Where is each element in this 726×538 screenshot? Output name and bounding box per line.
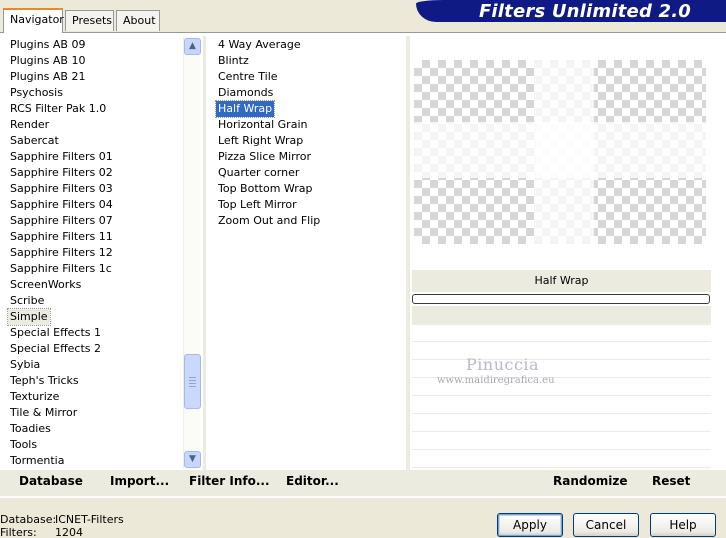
database-label: Database: [0,513,57,526]
app-title: Filters Unlimited 2.0 [478,1,691,22]
category-scrollbar[interactable]: ▲ ▼ [183,37,201,469]
category-item[interactable]: ScreenWorks [8,277,83,293]
database-value: ICNET-Filters [55,513,124,526]
chevron-up-icon: ▲ [189,41,196,51]
filter-item[interactable]: 4 Way Average [216,37,303,53]
parameter-row [412,397,711,414]
import-button[interactable]: Import... [110,474,169,488]
category-item[interactable]: Special Effects 1 [8,325,103,341]
filter-list[interactable]: 4 Way Average Blintz Centre Tile Diamonds Ha… [206,36,406,470]
filter-info-button[interactable]: Filter Info... [189,474,270,488]
filter-item[interactable]: Zoom Out and Flip [216,213,322,229]
title-banner: Filters Unlimited 2.0 [416,0,726,22]
scroll-down-button[interactable]: ▼ [184,451,201,468]
category-item[interactable]: RCS Filter Pak 1.0 [8,101,108,117]
tab-label: Presets [72,14,113,27]
category-item[interactable]: Tormentia [8,453,66,469]
filter-name-bar: Half Wrap [412,270,711,292]
editor-button[interactable]: Editor... [286,474,339,488]
help-button[interactable]: Help [650,513,716,537]
filter-item[interactable]: Centre Tile [216,69,280,85]
category-item[interactable]: Sapphire Filters 01 [8,149,115,165]
preview-band [534,60,594,244]
parameter-row [412,433,711,450]
grip-line [189,386,196,387]
preview-area [410,36,711,268]
cancel-button[interactable]: Cancel [573,513,639,537]
category-item[interactable]: Psychosis [8,85,65,101]
database-button[interactable]: Database [19,474,83,488]
preview-image [414,60,706,244]
reset-button[interactable]: Reset [652,474,690,488]
category-item[interactable]: Tile & Mirror [8,405,79,421]
category-item[interactable]: Toadies [8,421,53,437]
category-item[interactable]: Plugins AB 09 [8,37,87,53]
parameter-row [412,343,711,360]
category-item[interactable]: Plugins AB 10 [8,53,87,69]
parameter-row [412,451,711,468]
tab-presets[interactable]: Presets [65,10,114,31]
category-item[interactable]: Teph's Tricks [8,373,81,389]
scroll-up-button[interactable]: ▲ [184,38,201,55]
filter-item[interactable]: Left Right Wrap [216,133,305,149]
grip-line [189,377,196,378]
category-list[interactable]: Plugins AB 09 Plugins AB 10 Plugins AB 21 P… [0,36,182,470]
parameter-row [412,325,711,342]
tab-about[interactable]: About [116,10,160,31]
category-item[interactable]: Tools [8,437,39,453]
filters-label: Filters: [0,526,37,538]
category-item[interactable]: Sapphire Filters 02 [8,165,115,181]
parameter-row [412,415,711,432]
filter-item[interactable]: Quarter corner [216,165,301,181]
randomize-button[interactable]: Randomize [553,474,627,488]
category-item[interactable]: Sapphire Filters 1c [8,261,114,277]
filter-item[interactable]: Horizontal Grain [216,117,309,133]
tab-label: Navigator [10,13,64,26]
category-item[interactable]: Plugins AB 21 [8,69,87,85]
command-bar: Database Import... Filter Info... Editor… [0,470,726,496]
filters-count: 1204 [55,526,83,538]
category-item[interactable]: Scribe [8,293,46,309]
filter-item[interactable]: Diamonds [216,85,275,101]
category-item[interactable]: Sapphire Filters 11 [8,229,115,245]
filter-item[interactable]: Pizza Slice Mirror [216,149,313,165]
chevron-down-icon: ▼ [189,454,196,464]
parameter-header [412,306,711,325]
watermark-url: www.maidiregrafica.eu [437,375,555,386]
category-item[interactable]: Sapphire Filters 12 [8,245,115,261]
progress-bar [412,294,710,304]
category-item[interactable]: Special Effects 2 [8,341,103,357]
filter-item[interactable]: Top Left Mirror [216,197,299,213]
tab-navigator[interactable]: Navigator [3,8,64,33]
watermark-text: Pinuccia [466,355,540,374]
category-item[interactable]: Render [8,117,51,133]
category-item[interactable]: Texturize [8,389,61,405]
category-item[interactable]: Simple [7,308,51,326]
category-item[interactable]: Sapphire Filters 04 [8,197,115,213]
scroll-thumb[interactable] [184,354,201,409]
grip-line [189,383,196,384]
tab-label: About [123,14,156,27]
filter-item[interactable]: Half Wrap [214,100,276,118]
category-item[interactable]: Sapphire Filters 03 [8,181,115,197]
category-item[interactable]: Sabercat [8,133,61,149]
category-item[interactable]: Sapphire Filters 07 [8,213,115,229]
apply-button[interactable]: Apply [497,513,563,537]
filter-item[interactable]: Blintz [216,53,251,69]
filter-item[interactable]: Top Bottom Wrap [216,181,315,197]
grip-line [189,380,196,381]
category-item[interactable]: Sybia [8,357,42,373]
